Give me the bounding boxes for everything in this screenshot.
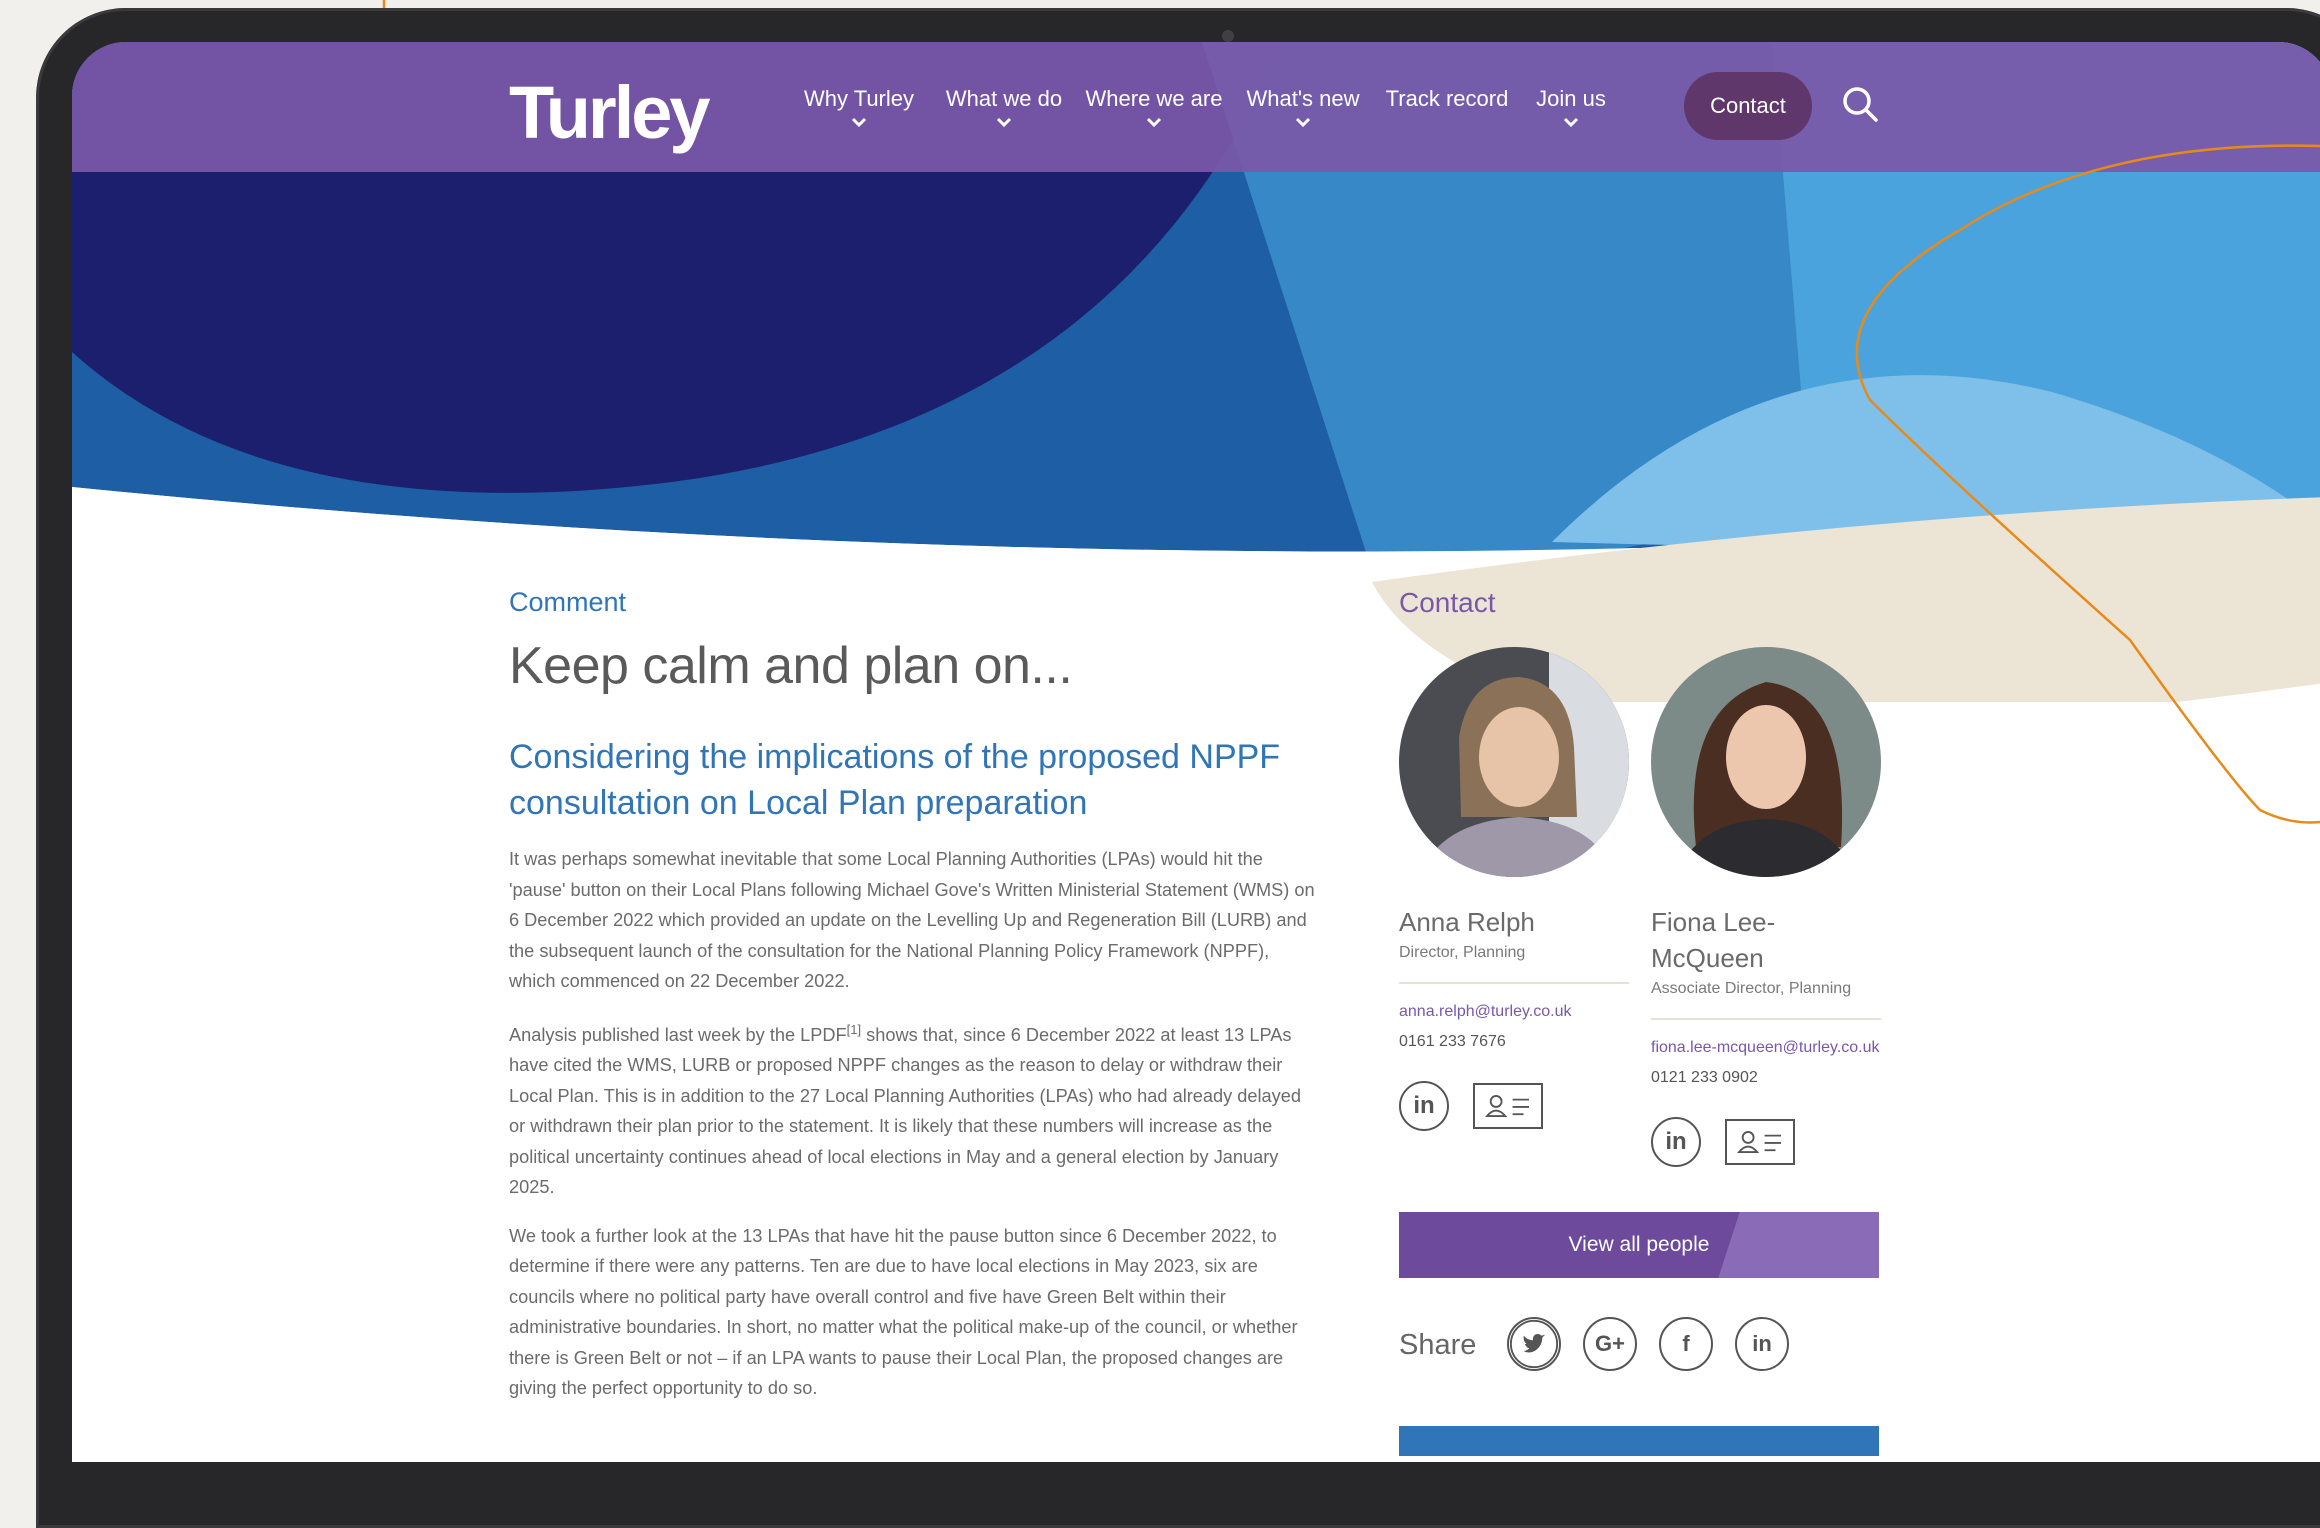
nav-item-why-turley[interactable]: Why Turley xyxy=(794,86,924,128)
person-links: in xyxy=(1399,1081,1629,1133)
person-email[interactable]: fiona.lee-mcqueen@turley.co.uk xyxy=(1651,1034,1881,1061)
person-role: Associate Director, Planning xyxy=(1651,980,1852,997)
nav-item-join-us[interactable]: Join us xyxy=(1528,86,1614,128)
contact-sidebar: Contact Anna Relph Director, Planning an… xyxy=(1399,587,1881,1167)
article-paragraph: Analysis published last week by the LPDF… xyxy=(509,1015,1319,1203)
nav-item-where-we-are[interactable]: Where we are xyxy=(1082,86,1226,128)
person-role: Director, Planning xyxy=(1399,944,1526,961)
avatar[interactable] xyxy=(1651,647,1881,877)
chevron-down-icon xyxy=(996,117,1012,128)
camera-dot xyxy=(1222,30,1234,42)
twitter-icon[interactable] xyxy=(1507,1317,1561,1371)
article-paragraph: It was perhaps somewhat inevitable that … xyxy=(509,849,1315,991)
button-accent xyxy=(1718,1212,1879,1278)
divider xyxy=(1651,1018,1881,1020)
article: Comment Keep calm and plan on... Conside… xyxy=(509,587,1319,1422)
person-card: Fiona Lee-McQueen Associate Director, Pl… xyxy=(1651,647,1881,1169)
person-name[interactable]: Fiona Lee-McQueen xyxy=(1651,904,1881,976)
person-card: Anna Relph Director, Planning anna.relph… xyxy=(1399,647,1629,1133)
nav-item-whats-new[interactable]: What's new xyxy=(1240,86,1366,128)
linkedin-icon[interactable]: in xyxy=(1399,1081,1449,1131)
article-subtitle: Considering the implications of the prop… xyxy=(509,738,1281,822)
nav-item-track-record[interactable]: Track record xyxy=(1378,86,1516,112)
person-links: in xyxy=(1651,1117,1881,1169)
turley-logo[interactable]: Turley xyxy=(509,70,711,155)
chevron-down-icon xyxy=(851,117,867,128)
person-phone[interactable]: 0121 233 0902 xyxy=(1651,1069,1881,1087)
vcard-icon[interactable] xyxy=(1473,1083,1543,1129)
linkedin-icon[interactable]: in xyxy=(1651,1117,1701,1167)
contact-form-button[interactable] xyxy=(1399,1426,1879,1456)
person-phone[interactable]: 0161 233 7676 xyxy=(1399,1033,1629,1051)
nav-item-label: What's new xyxy=(1246,86,1360,111)
nav-item-label: Join us xyxy=(1536,86,1606,111)
person-name[interactable]: Anna Relph xyxy=(1399,904,1629,940)
vcard-icon[interactable] xyxy=(1725,1119,1795,1165)
nav-item-label: Where we are xyxy=(1085,86,1223,111)
facebook-icon[interactable]: f xyxy=(1659,1317,1713,1371)
google-plus-icon[interactable]: G+ xyxy=(1583,1317,1637,1371)
article-category[interactable]: Comment xyxy=(509,587,1319,618)
share-label: Share xyxy=(1399,1329,1477,1361)
view-all-people-button[interactable]: View all people xyxy=(1399,1212,1879,1278)
browser-screen: Turley Why Turley What we do Where we ar… xyxy=(72,42,2320,1462)
nav-item-what-we-do[interactable]: What we do xyxy=(940,86,1068,128)
article-paragraph: We took a further look at the 13 LPAs th… xyxy=(509,1225,1298,1399)
avatar[interactable] xyxy=(1399,647,1629,877)
person-email[interactable]: anna.relph@turley.co.uk xyxy=(1399,998,1629,1025)
nav-item-label: Track record xyxy=(1385,86,1509,111)
main-nav: Turley Why Turley What we do Where we ar… xyxy=(72,42,2320,172)
chevron-down-icon xyxy=(1295,117,1311,128)
paragraph-text: shows that, since 6 December 2022 at lea… xyxy=(509,1024,1301,1198)
nav-item-label: What we do xyxy=(945,86,1063,111)
page-title: Keep calm and plan on... xyxy=(509,637,1073,695)
search-icon[interactable] xyxy=(1840,84,1880,124)
sidebar-title: Contact xyxy=(1399,587,1496,618)
chevron-down-icon xyxy=(1146,117,1162,128)
divider xyxy=(1399,982,1629,984)
nav-item-label: Why Turley xyxy=(803,86,915,111)
chevron-down-icon xyxy=(1563,117,1579,128)
linkedin-icon[interactable]: in xyxy=(1735,1317,1789,1371)
paragraph-text: Analysis published last week by the LPDF xyxy=(509,1024,847,1045)
footnote-link[interactable]: [1] xyxy=(847,1022,861,1037)
button-label: View all people xyxy=(1568,1233,1710,1256)
contact-button[interactable]: Contact xyxy=(1684,72,1812,140)
